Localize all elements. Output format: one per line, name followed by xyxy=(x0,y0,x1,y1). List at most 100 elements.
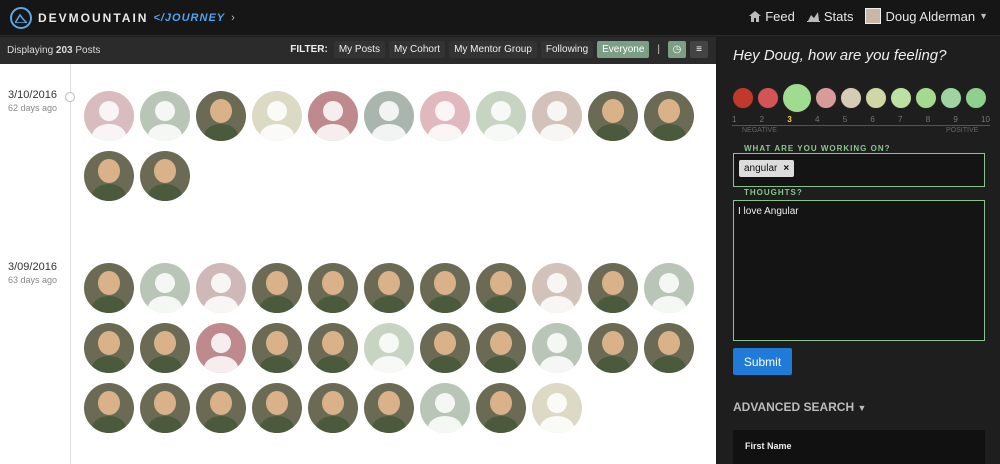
mood-face-icon[interactable] xyxy=(732,87,754,109)
user-avatar[interactable] xyxy=(84,263,134,313)
list-icon[interactable]: ≡ xyxy=(690,41,708,58)
filter-following[interactable]: Following xyxy=(540,41,594,58)
mood-face-icon[interactable] xyxy=(965,87,987,109)
nav-feed[interactable]: Feed xyxy=(749,9,795,24)
filter-my-posts[interactable]: My Posts xyxy=(333,41,385,58)
user-avatar[interactable] xyxy=(420,263,470,313)
user-avatar[interactable] xyxy=(252,91,302,141)
clock-icon[interactable]: ◷ xyxy=(668,41,686,58)
user-avatar[interactable] xyxy=(196,91,246,141)
avatar xyxy=(865,8,882,24)
user-avatar[interactable] xyxy=(308,263,358,313)
user-avatar[interactable] xyxy=(476,383,526,433)
user-avatar[interactable] xyxy=(532,91,582,141)
avatar-body xyxy=(652,296,686,313)
avatar-body xyxy=(596,124,630,141)
user-avatar[interactable] xyxy=(364,263,414,313)
filter-everyone[interactable]: Everyone xyxy=(597,41,650,58)
mood-face-icon[interactable] xyxy=(757,87,779,109)
user-avatar[interactable] xyxy=(364,91,414,141)
avatar-body xyxy=(540,124,574,141)
avatar-body xyxy=(204,356,238,373)
user-avatar[interactable] xyxy=(588,91,638,141)
user-avatar[interactable] xyxy=(532,263,582,313)
user-avatar[interactable] xyxy=(84,383,134,433)
avatar-body xyxy=(372,356,406,373)
user-avatar[interactable] xyxy=(532,383,582,433)
user-avatar[interactable] xyxy=(420,323,470,373)
avatar-head xyxy=(154,391,176,415)
avatar-body xyxy=(540,416,574,433)
mood-face-icon[interactable] xyxy=(890,87,912,109)
scale-number: 3 xyxy=(787,115,792,124)
user-avatar[interactable] xyxy=(140,151,190,201)
user-avatar[interactable] xyxy=(84,91,134,141)
avatar-body xyxy=(596,296,630,313)
user-avatar[interactable] xyxy=(476,91,526,141)
user-avatar[interactable] xyxy=(364,383,414,433)
user-avatar[interactable] xyxy=(308,383,358,433)
user-avatar[interactable] xyxy=(252,323,302,373)
mood-face-icon[interactable] xyxy=(782,83,812,113)
user-avatar[interactable] xyxy=(588,323,638,373)
user-avatar[interactable] xyxy=(196,263,246,313)
user-avatar[interactable] xyxy=(84,323,134,373)
filter-my-mentor-group[interactable]: My Mentor Group xyxy=(449,41,537,58)
avatar-head xyxy=(602,99,624,123)
mood-scale: 1 2 3 4 5 6 7 8 9 10 xyxy=(732,115,990,124)
tag-remove-icon[interactable]: × xyxy=(783,163,789,174)
mood-face-icon[interactable] xyxy=(815,87,837,109)
user-avatar[interactable] xyxy=(420,383,470,433)
avatar-head xyxy=(491,101,511,121)
user-avatar[interactable] xyxy=(476,263,526,313)
avatar-head xyxy=(322,331,344,355)
avatar-head xyxy=(659,273,679,293)
avatar-body xyxy=(204,124,238,141)
filter-my-cohort[interactable]: My Cohort xyxy=(388,41,446,58)
avatar-head xyxy=(155,273,175,293)
user-avatar[interactable] xyxy=(644,91,694,141)
mood-face-icon[interactable] xyxy=(915,87,937,109)
thoughts-textarea[interactable]: I love Angular xyxy=(733,200,985,341)
advanced-search-toggle[interactable]: ADVANCED SEARCH ▼ xyxy=(733,400,866,414)
mood-face-icon[interactable] xyxy=(865,87,887,109)
working-field[interactable]: angular × xyxy=(733,153,985,187)
user-avatar[interactable] xyxy=(308,323,358,373)
user-avatar[interactable] xyxy=(252,263,302,313)
user-avatar[interactable] xyxy=(308,91,358,141)
user-avatar[interactable] xyxy=(140,263,190,313)
user-avatar[interactable] xyxy=(588,263,638,313)
avatar-body xyxy=(204,296,238,313)
user-avatar[interactable] xyxy=(140,323,190,373)
top-bar: DEVMOUNTAIN </JOURNEY › Feed Stats Doug … xyxy=(0,0,1000,36)
user-avatar[interactable] xyxy=(252,383,302,433)
user-avatar[interactable] xyxy=(196,323,246,373)
user-menu[interactable]: Doug Alderman ▼ xyxy=(865,8,988,24)
user-avatar[interactable] xyxy=(364,323,414,373)
avatar-head xyxy=(378,271,400,295)
brand-logo[interactable]: DEVMOUNTAIN </JOURNEY › xyxy=(10,7,235,29)
user-avatar[interactable] xyxy=(532,323,582,373)
user-avatar[interactable] xyxy=(644,323,694,373)
user-avatar[interactable] xyxy=(84,151,134,201)
user-avatar[interactable] xyxy=(140,383,190,433)
user-avatar[interactable] xyxy=(476,323,526,373)
user-avatar[interactable] xyxy=(196,383,246,433)
avatar-head xyxy=(210,391,232,415)
avatar-body xyxy=(148,184,182,201)
post-count: Displaying 203 Posts xyxy=(7,45,100,56)
user-avatar[interactable] xyxy=(420,91,470,141)
mood-face-icon[interactable] xyxy=(840,87,862,109)
avatar-head xyxy=(378,391,400,415)
user-avatar[interactable] xyxy=(140,91,190,141)
submit-button[interactable]: Submit xyxy=(733,348,792,375)
avatar-head xyxy=(602,271,624,295)
nav-stats[interactable]: Stats xyxy=(806,9,853,24)
scale-number: 5 xyxy=(842,115,848,124)
mood-face-icon[interactable] xyxy=(940,87,962,109)
avatar-head xyxy=(155,101,175,121)
user-avatar[interactable] xyxy=(644,263,694,313)
scale-number: 9 xyxy=(953,115,958,124)
chevron-right-icon: › xyxy=(231,12,235,24)
avatar-head xyxy=(547,101,567,121)
